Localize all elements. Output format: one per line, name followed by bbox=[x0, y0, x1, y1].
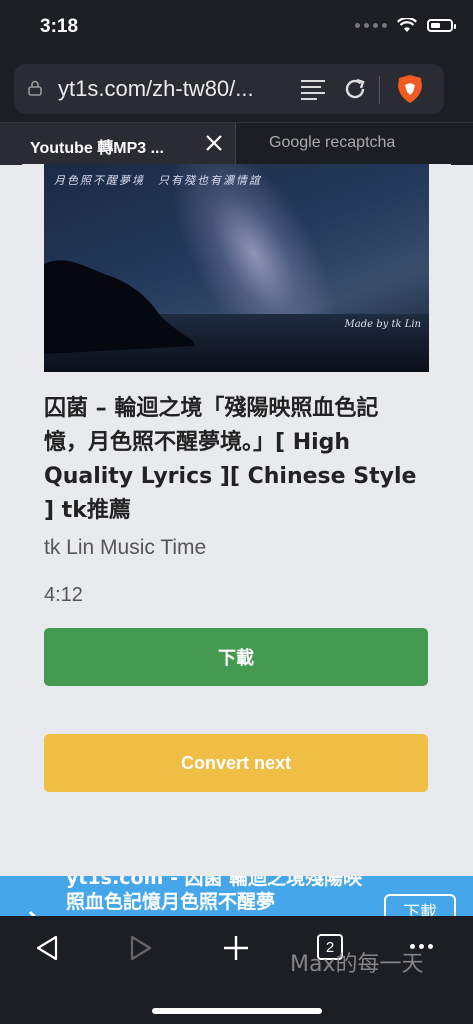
url-text[interactable]: yt1s.com/zh-tw80/... bbox=[58, 76, 254, 102]
reload-icon[interactable] bbox=[342, 76, 368, 102]
tab-google-recaptcha[interactable]: Google recaptcha bbox=[237, 123, 473, 165]
address-bar[interactable]: yt1s.com/zh-tw80/... bbox=[14, 64, 444, 114]
address-bar-divider bbox=[379, 76, 380, 104]
video-title: 囚菌 – 輪迴之境「殘陽映照血色記憶，月色照不醒夢境。」[ High Quali… bbox=[44, 396, 417, 523]
signal-icon bbox=[355, 23, 387, 28]
status-icons bbox=[355, 18, 456, 33]
convert-next-button[interactable]: Convert next bbox=[44, 734, 428, 792]
battery-icon bbox=[427, 19, 456, 32]
download-banner[interactable]: yt1s.com - 囚菌 輪迴之境殘陽映照血色記憶月色照不醒夢 下載 bbox=[0, 876, 473, 916]
watermark-text: Max的每一天 bbox=[290, 952, 424, 977]
video-duration: 4:12 bbox=[44, 584, 83, 606]
thumbnail-credit: Made by tk Lin bbox=[344, 319, 421, 330]
more-menu-icon[interactable] bbox=[410, 944, 433, 949]
address-bar-area: yt1s.com/zh-tw80/... bbox=[0, 56, 473, 122]
wifi-icon bbox=[397, 18, 417, 32]
tab-youtube-mp3[interactable]: Youtube 轉MP3 ... bbox=[0, 123, 236, 165]
thumbnail-island bbox=[44, 260, 194, 354]
close-tab-icon[interactable] bbox=[205, 134, 223, 152]
home-indicator bbox=[152, 1008, 322, 1014]
back-icon[interactable] bbox=[34, 934, 60, 962]
lock-icon bbox=[28, 80, 42, 96]
download-button[interactable]: 下載 bbox=[44, 628, 428, 686]
tab-strip: Youtube 轉MP3 ... Google recaptcha bbox=[0, 122, 473, 165]
brave-shield-icon[interactable] bbox=[396, 74, 424, 104]
reader-mode-icon[interactable] bbox=[299, 77, 327, 101]
result-card: 月色照不醒夢境 只有殘也有濃情誼 Made by tk Lin 囚菌 – 輪迴之… bbox=[22, 164, 451, 876]
bottom-toolbar: 2 Max的每一天 bbox=[0, 916, 473, 1024]
video-channel: tk Lin Music Time bbox=[44, 536, 207, 559]
banner-download-button[interactable]: 下載 bbox=[384, 894, 456, 916]
thumbnail-caption: 月色照不醒夢境 只有殘也有濃情誼 bbox=[54, 174, 262, 187]
tab-title: Google recaptcha bbox=[269, 134, 396, 151]
status-bar: 3:18 bbox=[0, 0, 473, 56]
forward-icon[interactable] bbox=[128, 934, 154, 962]
tab-title: Youtube 轉MP3 ... bbox=[30, 140, 164, 157]
status-time: 3:18 bbox=[40, 16, 79, 37]
checkmark-icon bbox=[28, 910, 37, 916]
video-thumbnail: 月色照不醒夢境 只有殘也有濃情誼 Made by tk Lin bbox=[44, 164, 429, 372]
new-tab-icon[interactable] bbox=[222, 934, 250, 962]
banner-text: yt1s.com - 囚菌 輪迴之境殘陽映照血色記憶月色照不醒夢 bbox=[66, 876, 363, 913]
